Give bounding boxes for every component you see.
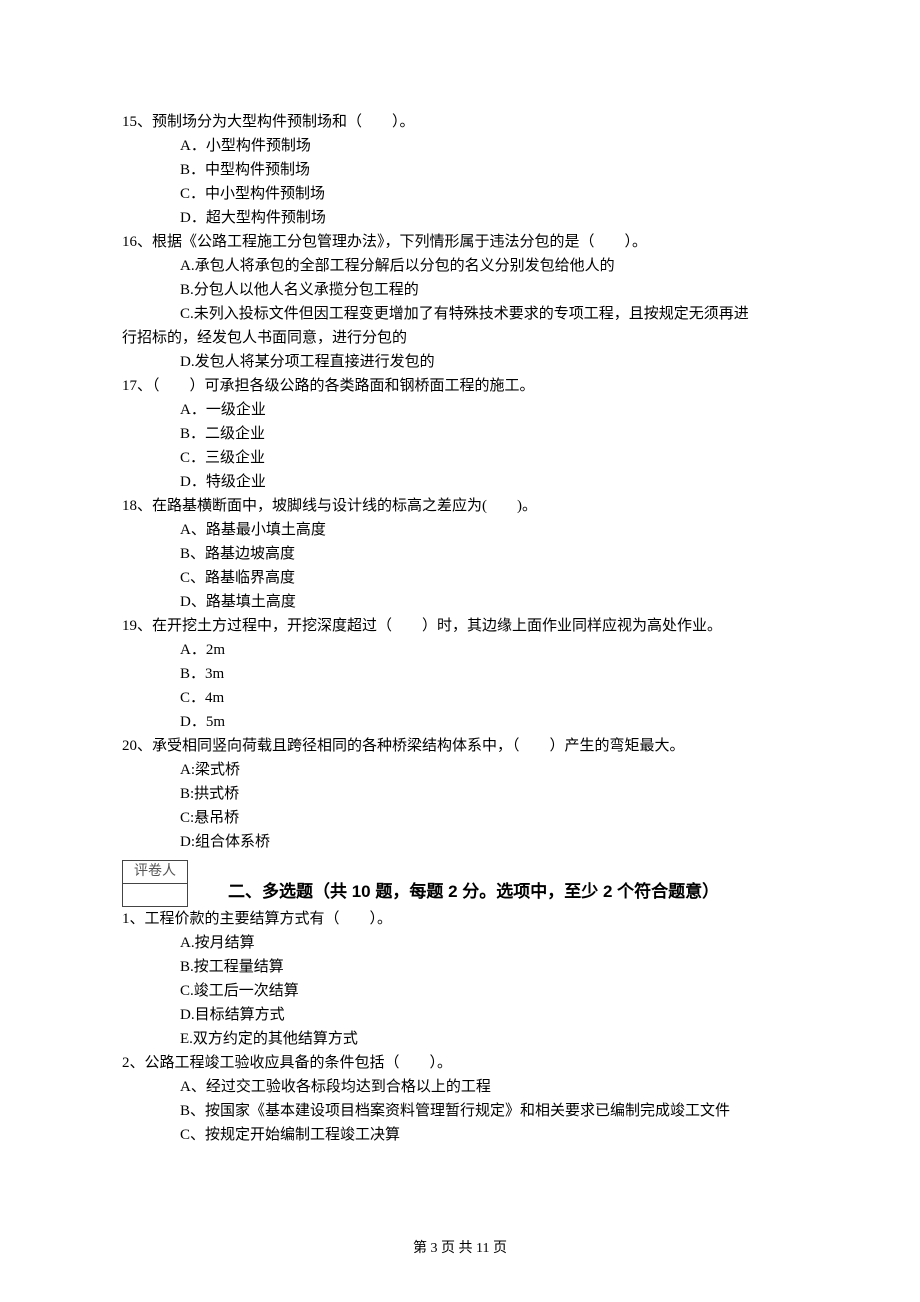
question-18-option-a: A、路基最小填土高度 (180, 518, 798, 542)
section-2-title: 二、多选题（共 10 题，每题 2 分。选项中，至少 2 个符合题意） (228, 878, 719, 905)
question-18-stem: 18、在路基横断面中，坡脚线与设计线的标高之差应为( )。 (122, 494, 798, 518)
grader-label: 评卷人 (122, 860, 188, 884)
question-16-option-b: B.分包人以他人名义承揽分包工程的 (180, 278, 798, 302)
s2-question-1-option-a: A.按月结算 (180, 931, 798, 955)
s2-question-2-option-b: B、按国家《基本建设项目档案资料管理暂行规定》和相关要求已编制完成竣工文件 (180, 1099, 798, 1123)
s2-question-2-option-c: C、按规定开始编制工程竣工决算 (180, 1123, 798, 1147)
question-17-option-a: A．一级企业 (180, 398, 798, 422)
question-15-option-c: C．中小型构件预制场 (180, 182, 798, 206)
question-20-option-b: B:拱式桥 (180, 782, 798, 806)
s2-question-1-option-b: B.按工程量结算 (180, 955, 798, 979)
question-18-option-b: B、路基边坡高度 (180, 542, 798, 566)
question-20-option-a: A:梁式桥 (180, 758, 798, 782)
question-19-stem: 19、在开挖土方过程中，开挖深度超过（ ）时，其边缘上面作业同样应视为高处作业。 (122, 614, 798, 638)
question-15-option-a: A．小型构件预制场 (180, 134, 798, 158)
question-17-option-b: B．二级企业 (180, 422, 798, 446)
question-15-option-b: B．中型构件预制场 (180, 158, 798, 182)
s2-question-1-option-e: E.双方约定的其他结算方式 (180, 1027, 798, 1051)
s2-question-1-option-c: C.竣工后一次结算 (180, 979, 798, 1003)
question-19-option-a: A．2m (180, 638, 798, 662)
question-19-option-b: B．3m (180, 662, 798, 686)
question-18-option-c: C、路基临界高度 (180, 566, 798, 590)
question-16-option-a: A.承包人将承包的全部工程分解后以分包的名义分别发包给他人的 (180, 254, 798, 278)
s2-question-2-option-a: A、经过交工验收各标段均达到合格以上的工程 (180, 1075, 798, 1099)
question-18-option-d: D、路基填土高度 (180, 590, 798, 614)
s2-question-2-stem: 2、公路工程竣工验收应具备的条件包括（ ）。 (122, 1051, 798, 1075)
question-16-option-c-continuation: 行招标的，经发包人书面同意，进行分包的 (122, 326, 798, 350)
question-17-option-d: D．特级企业 (180, 470, 798, 494)
question-15-option-d: D．超大型构件预制场 (180, 206, 798, 230)
question-19-option-d: D．5m (180, 710, 798, 734)
question-16-stem: 16、根据《公路工程施工分包管理办法》，下列情形属于违法分包的是（ ）。 (122, 230, 798, 254)
question-16-option-d: D.发包人将某分项工程直接进行发包的 (180, 350, 798, 374)
question-20-stem: 20、承受相同竖向荷载且跨径相同的各种桥梁结构体系中，（ ）产生的弯矩最大。 (122, 734, 798, 758)
section-header-row: 评卷人 二、多选题（共 10 题，每题 2 分。选项中，至少 2 个符合题意） (122, 854, 798, 907)
s2-question-1-stem: 1、工程价款的主要结算方式有（ ）。 (122, 907, 798, 931)
grader-blank (122, 884, 188, 907)
question-16-option-c: C.未列入投标文件但因工程变更增加了有特殊技术要求的专项工程，且按规定无须再进 (180, 302, 798, 326)
exam-page: 15、预制场分为大型构件预制场和（ ）。 A．小型构件预制场 B．中型构件预制场… (0, 0, 920, 1302)
question-17-stem: 17、（ ）可承担各级公路的各类路面和钢桥面工程的施工。 (122, 374, 798, 398)
s2-question-1-option-d: D.目标结算方式 (180, 1003, 798, 1027)
question-20-option-c: C:悬吊桥 (180, 806, 798, 830)
question-15-stem: 15、预制场分为大型构件预制场和（ ）。 (122, 110, 798, 134)
page-footer: 第 3 页 共 11 页 (0, 1238, 920, 1260)
question-20-option-d: D:组合体系桥 (180, 830, 798, 854)
question-19-option-c: C．4m (180, 686, 798, 710)
question-17-option-c: C．三级企业 (180, 446, 798, 470)
grader-box: 评卷人 (122, 860, 188, 907)
